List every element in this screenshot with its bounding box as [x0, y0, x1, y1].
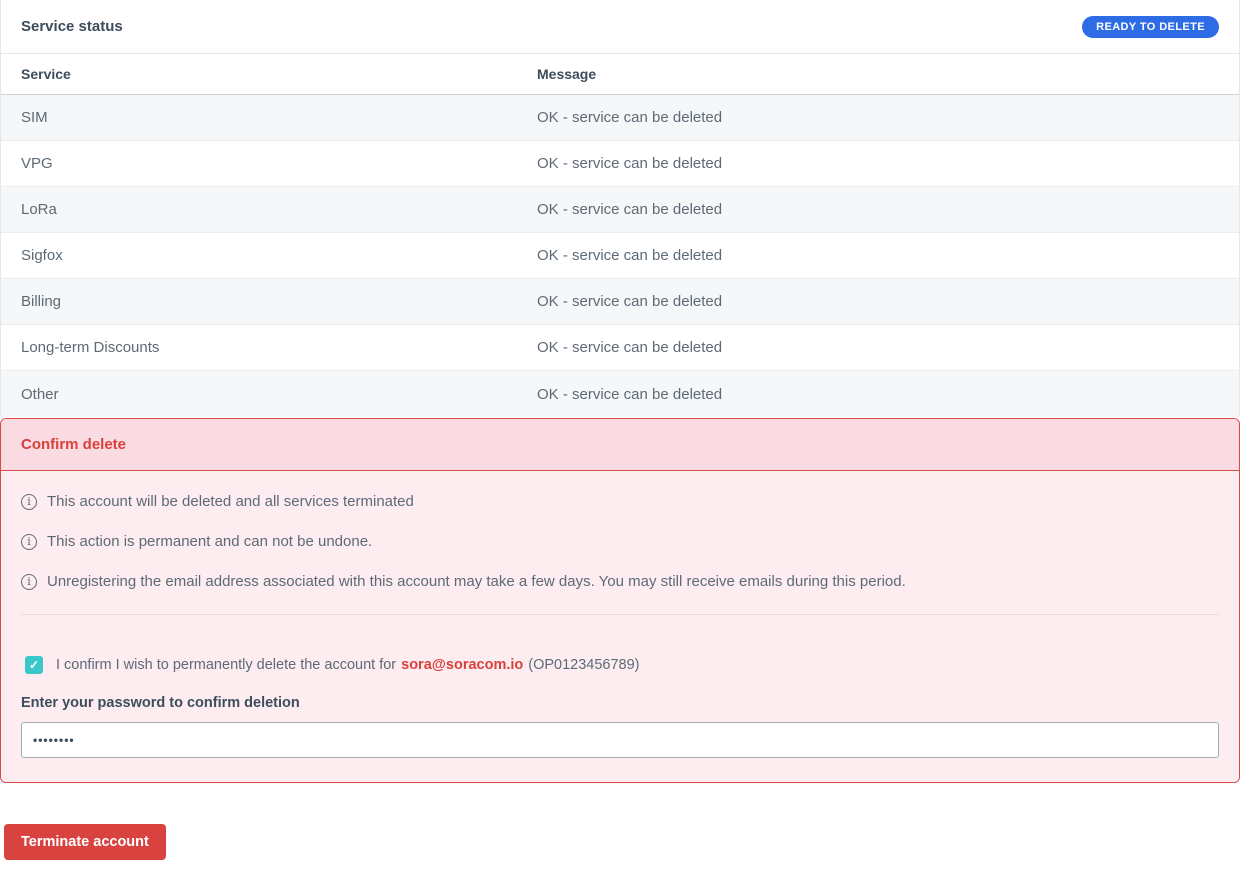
- confirm-label-prefix: I confirm I wish to permanently delete t…: [56, 657, 396, 673]
- warning-note-text: Unregistering the email address associat…: [47, 571, 906, 592]
- table-row: Billing OK - service can be deleted: [1, 279, 1239, 325]
- warning-note: i This account will be deleted and all s…: [21, 491, 1219, 512]
- warning-note-text: This action is permanent and can not be …: [47, 531, 372, 552]
- confirm-delete-panel: Confirm delete i This account will be de…: [0, 418, 1240, 783]
- info-icon: i: [21, 574, 37, 590]
- confirm-label-suffix: (OP0123456789): [528, 657, 639, 673]
- table-row: Other OK - service can be deleted: [1, 371, 1239, 417]
- message-cell: OK - service can be deleted: [537, 201, 1239, 218]
- service-cell: Sigfox: [1, 247, 537, 264]
- password-input[interactable]: [21, 722, 1219, 758]
- message-cell: OK - service can be deleted: [537, 386, 1239, 403]
- table-row: Sigfox OK - service can be deleted: [1, 233, 1239, 279]
- info-icon: i: [21, 494, 37, 510]
- service-status-title: Service status: [21, 18, 123, 35]
- status-badge: READY TO DELETE: [1082, 16, 1219, 38]
- service-status-header: Service status READY TO DELETE: [1, 0, 1239, 54]
- confirm-checkbox[interactable]: ✓: [25, 656, 43, 674]
- message-cell: OK - service can be deleted: [537, 247, 1239, 264]
- account-email: sora@soracom.io: [401, 657, 523, 673]
- terminate-account-button[interactable]: Terminate account: [4, 824, 166, 860]
- warning-note: i Unregistering the email address associ…: [21, 571, 1219, 592]
- password-label: Enter your password to confirm deletion: [21, 695, 1219, 711]
- column-header-service: Service: [1, 66, 537, 82]
- table-row: LoRa OK - service can be deleted: [1, 187, 1239, 233]
- message-cell: OK - service can be deleted: [537, 339, 1239, 356]
- message-cell: OK - service can be deleted: [537, 109, 1239, 126]
- service-table-body: SIM OK - service can be deleted VPG OK -…: [1, 95, 1239, 417]
- message-cell: OK - service can be deleted: [537, 293, 1239, 310]
- service-table-header-row: Service Message: [1, 54, 1239, 95]
- service-status-card: Service status READY TO DELETE Service M…: [0, 0, 1240, 417]
- table-row: SIM OK - service can be deleted: [1, 95, 1239, 141]
- section-divider: [21, 614, 1219, 615]
- service-cell: SIM: [1, 109, 537, 126]
- message-cell: OK - service can be deleted: [537, 155, 1239, 172]
- confirm-checkbox-row: ✓ I confirm I wish to permanently delete…: [25, 656, 1219, 674]
- service-cell: Billing: [1, 293, 537, 310]
- warning-note: i This action is permanent and can not b…: [21, 531, 1219, 552]
- checkmark-icon: ✓: [29, 658, 39, 672]
- table-row: Long-term Discounts OK - service can be …: [1, 325, 1239, 371]
- column-header-message: Message: [537, 66, 1239, 82]
- table-row: VPG OK - service can be deleted: [1, 141, 1239, 187]
- confirm-delete-body: i This account will be deleted and all s…: [1, 471, 1239, 782]
- warning-note-text: This account will be deleted and all ser…: [47, 491, 414, 512]
- confirm-delete-title: Confirm delete: [1, 419, 1239, 471]
- service-cell: LoRa: [1, 201, 537, 218]
- confirm-checkbox-label: I confirm I wish to permanently delete t…: [56, 657, 640, 673]
- service-cell: Long-term Discounts: [1, 339, 537, 356]
- service-cell: Other: [1, 386, 537, 403]
- service-cell: VPG: [1, 155, 537, 172]
- info-icon: i: [21, 534, 37, 550]
